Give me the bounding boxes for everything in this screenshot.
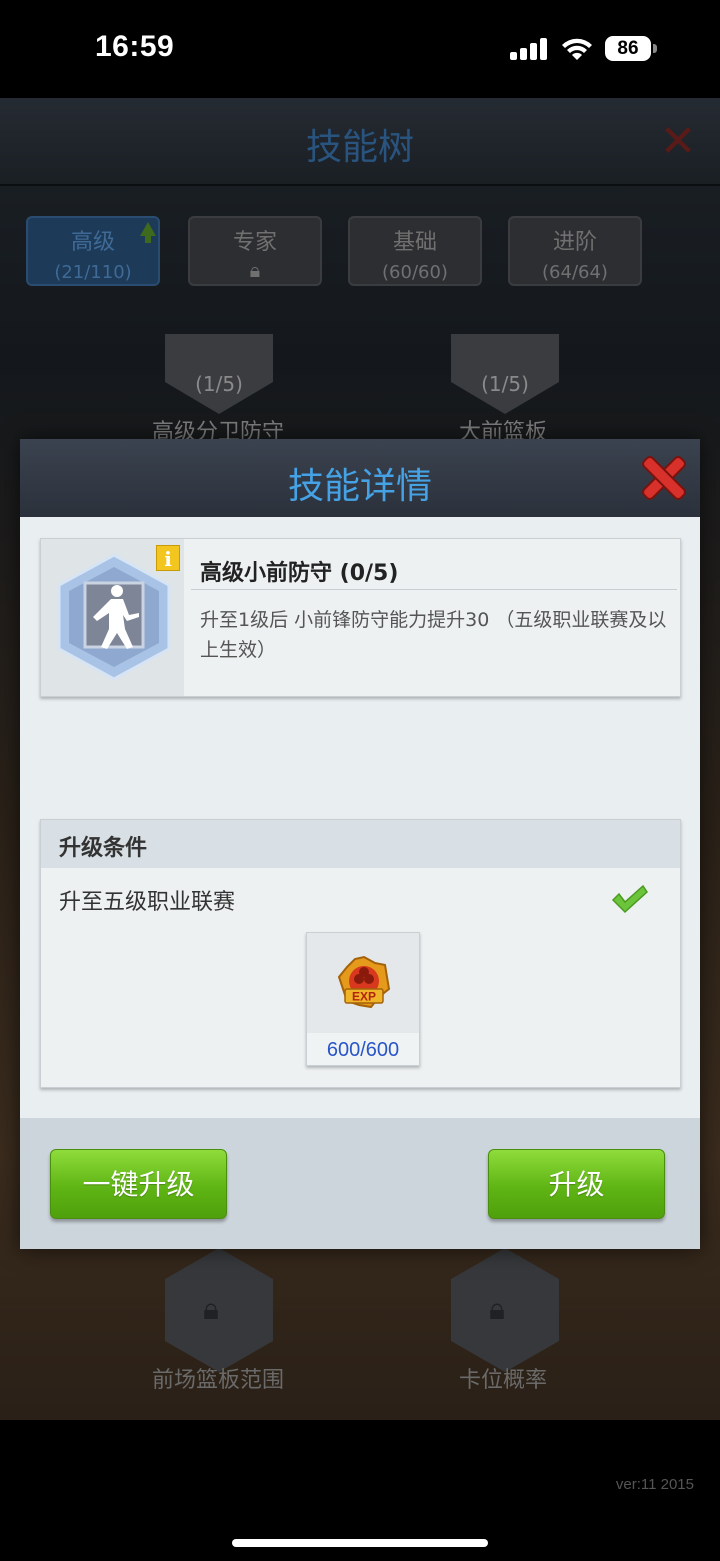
dialog-header: 技能详情 xyxy=(20,439,700,517)
wifi-icon xyxy=(562,38,592,60)
skill-info-card: i 高级小前防守 (0/5) 升至1级后 小前锋防守能力提升30 （五级职业联赛… xyxy=(40,538,681,697)
tab-basic: 基础 (60/60) xyxy=(348,216,482,286)
upgrade-button[interactable]: 升级 xyxy=(488,1149,665,1219)
skill-name: 高级小前防守 (0/5) xyxy=(200,561,399,586)
skill-node-level: (1/5) xyxy=(195,372,243,396)
one-click-upgrade-button[interactable]: 一键升级 xyxy=(50,1149,227,1219)
lock-icon: 🔒︎ xyxy=(489,1292,505,1327)
home-indicator[interactable] xyxy=(232,1539,488,1547)
dialog-title: 技能详情 xyxy=(287,466,432,507)
exp-label: EXP xyxy=(352,990,376,1004)
tab-label: 基础 xyxy=(392,230,437,255)
skill-node-level: (1/5) xyxy=(481,372,529,396)
condition-requirement: 升至五级职业联赛 xyxy=(59,890,236,915)
cellular-signal-icon xyxy=(510,38,550,60)
divider xyxy=(191,589,677,590)
conditions-title: 升级条件 xyxy=(59,836,148,861)
tab-count: (64/64) xyxy=(542,262,608,283)
lock-icon: 🔒︎ xyxy=(249,258,261,282)
tab-label: 进阶 xyxy=(552,230,597,255)
exp-medal-icon: EXP xyxy=(337,955,391,1009)
version-label: ver:11 2015 xyxy=(615,1476,694,1493)
exp-count: 600/600 xyxy=(326,1039,400,1061)
checkmark-icon xyxy=(611,884,648,914)
upgrade-conditions-panel: 升级条件 升至五级职业联赛 EXP 600/600 xyxy=(40,819,681,1088)
close-button[interactable] xyxy=(640,455,686,501)
locked-skill-node: 🔒︎ xyxy=(451,1248,559,1372)
exp-count-row: 600/600 xyxy=(307,1033,419,1065)
info-icon[interactable]: i xyxy=(156,545,180,571)
skill-tree-close-icon: ✕ xyxy=(659,116,697,167)
battery-icon: 86 xyxy=(605,36,651,61)
skill-node-name: 前场篮板范围 xyxy=(152,1368,285,1393)
battery-tip xyxy=(653,44,657,53)
locked-skill-node: 🔒︎ xyxy=(165,1248,273,1372)
exp-requirement-item: EXP 600/600 xyxy=(306,932,420,1066)
skill-node-name: 卡位概率 xyxy=(459,1368,548,1393)
skill-icon-box: i xyxy=(41,539,184,696)
tab-count: (60/60) xyxy=(382,262,448,283)
skill-node: (1/5) xyxy=(451,334,559,414)
status-time: 16:59 xyxy=(95,30,175,63)
conditions-header: 升级条件 xyxy=(41,820,680,868)
tab-advanced: 高级 (21/110) xyxy=(26,216,160,286)
tab-label: 高级 xyxy=(70,230,115,255)
skill-tree-header: 技能树 ✕ xyxy=(0,98,720,186)
tab-intermediate: 进阶 (64/64) xyxy=(508,216,642,286)
battery-level: 86 xyxy=(617,38,639,59)
defender-player-icon xyxy=(57,553,171,681)
status-bar: 16:59 86 xyxy=(0,0,720,98)
skill-description: 升至1级后 小前锋防守能力提升30 （五级职业联赛及以上生效） xyxy=(200,609,667,661)
skill-node: (1/5) xyxy=(165,334,273,414)
dialog-footer: 一键升级 升级 xyxy=(20,1118,700,1249)
lock-icon: 🔒︎ xyxy=(203,1292,219,1327)
tab-expert: 专家 🔒︎ xyxy=(188,216,322,286)
skill-detail-dialog: 技能详情 i 高级小前防守 (0/5) 升至1级后 小前锋防守能力提升30 （五… xyxy=(20,439,700,1249)
tab-label: 专家 xyxy=(232,230,277,255)
tab-count: (21/110) xyxy=(54,262,132,283)
upgrade-arrow-icon xyxy=(140,222,156,243)
skill-tree-title: 技能树 xyxy=(305,127,414,168)
